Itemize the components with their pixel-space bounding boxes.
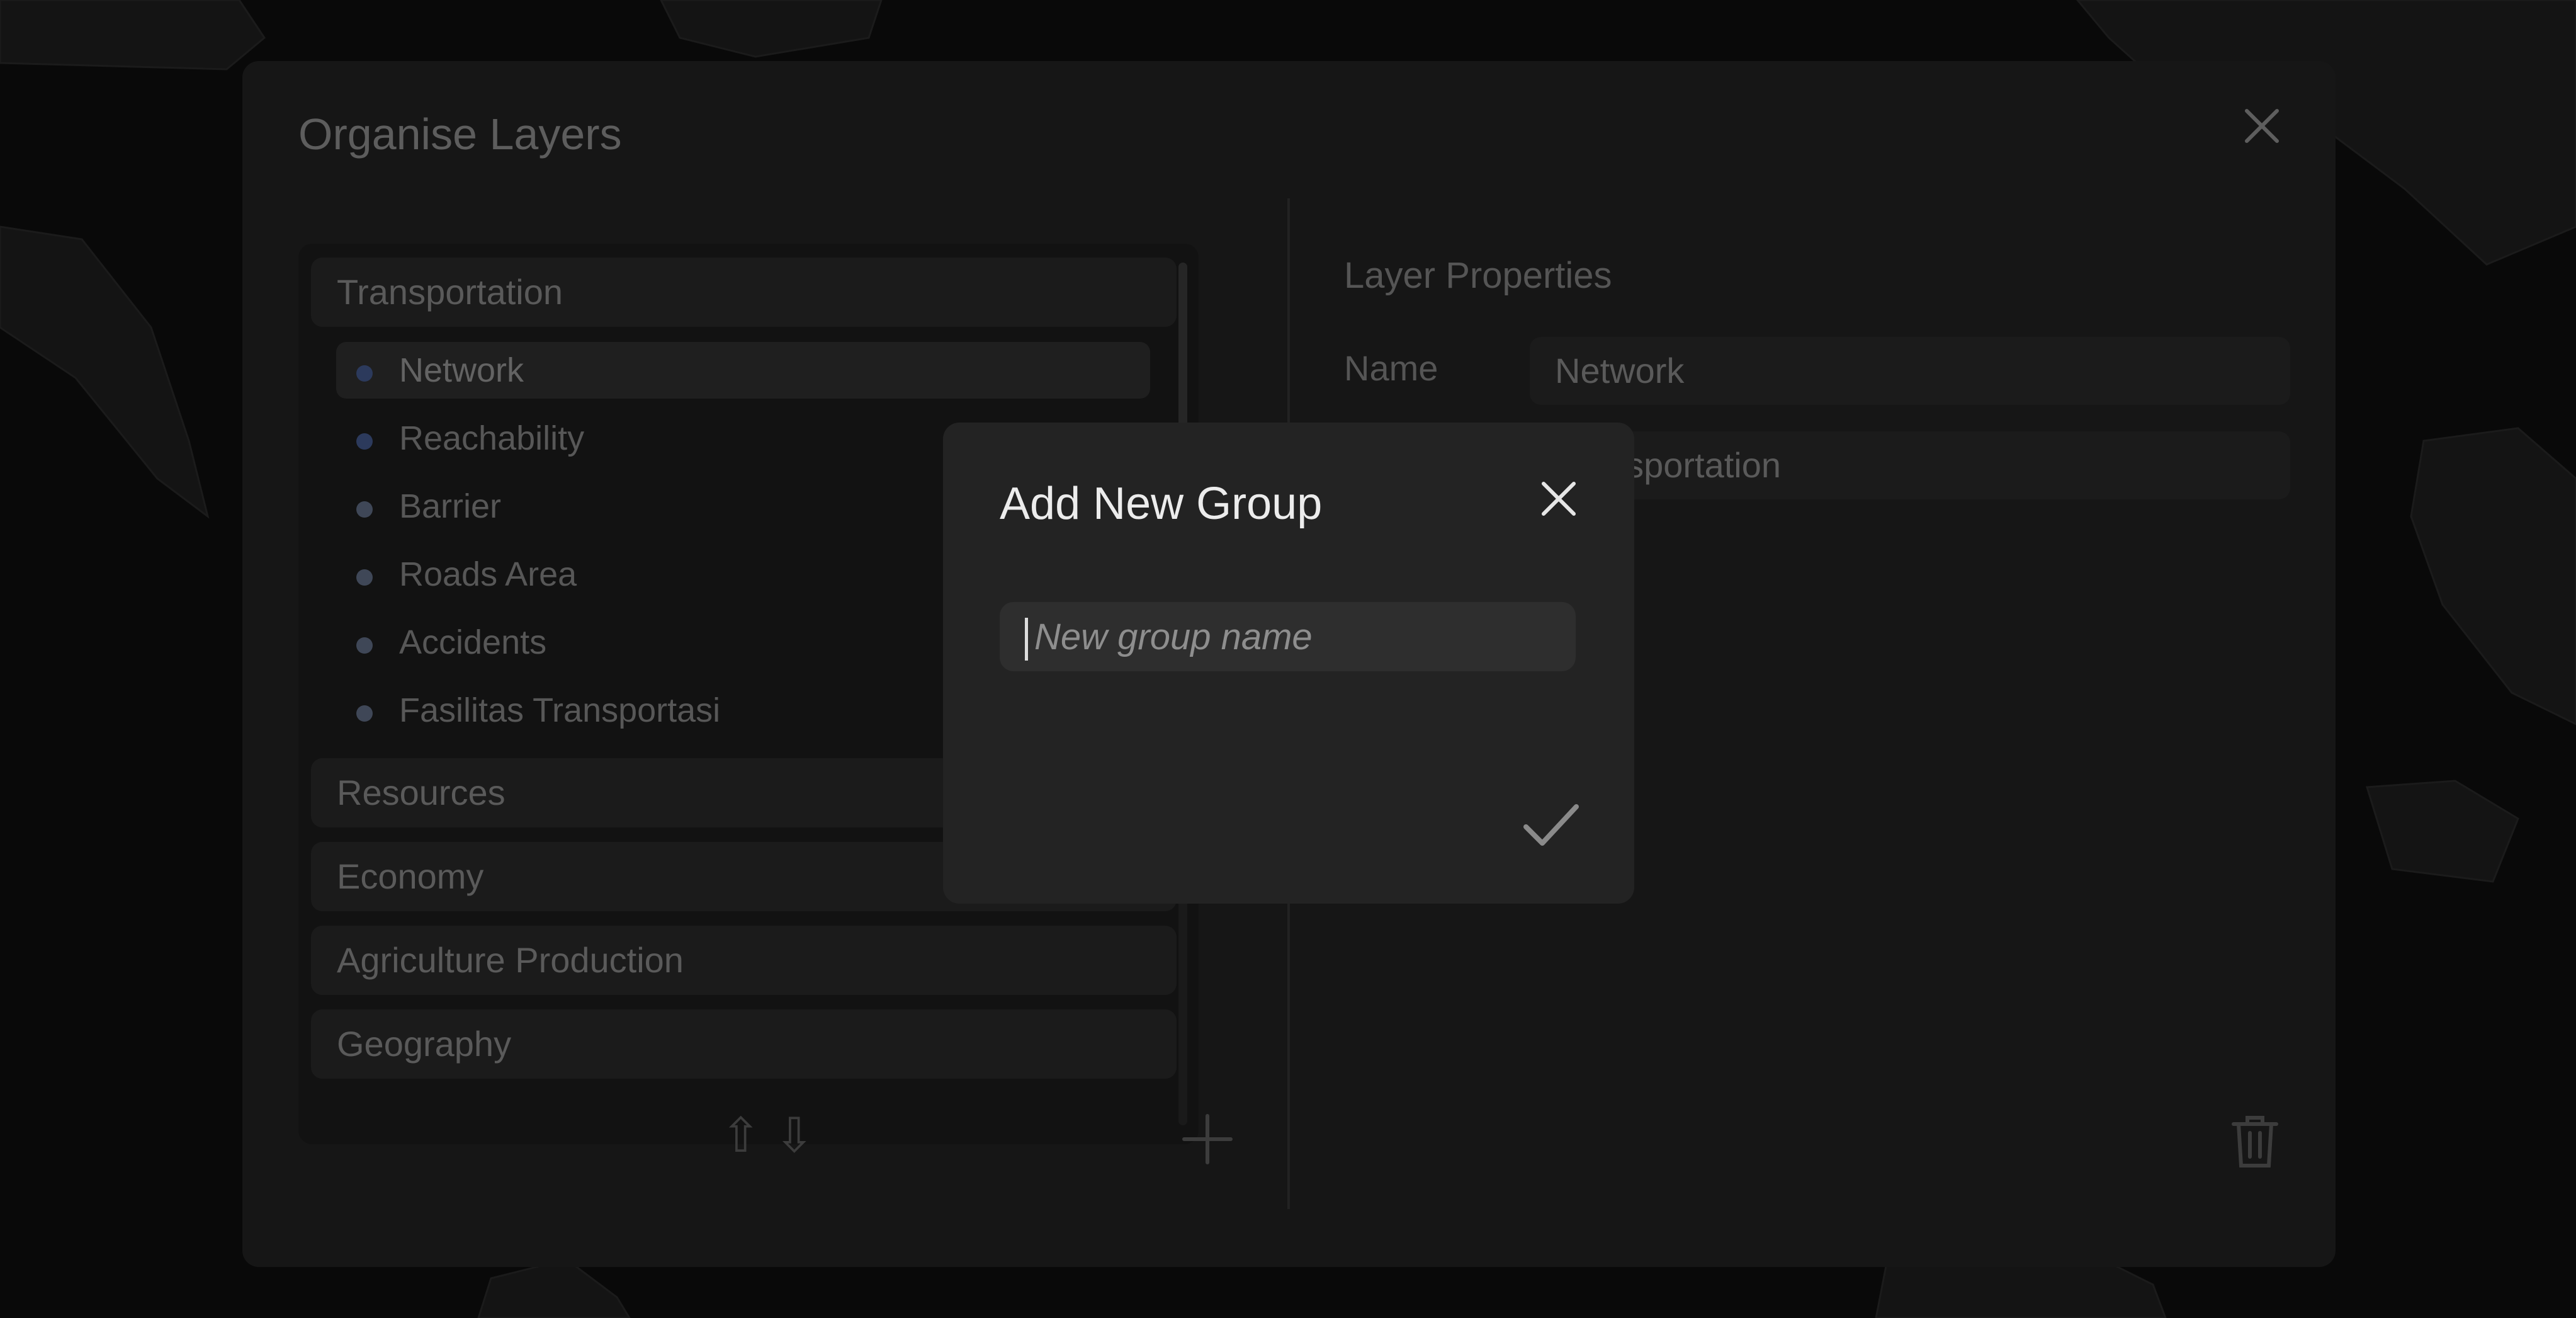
layer-name-field[interactable]: Network: [1530, 337, 2290, 405]
group-header-transportation[interactable]: Transportation: [311, 258, 1177, 327]
layer-properties-title: Layer Properties: [1344, 255, 1612, 296]
move-up-arrow-icon[interactable]: ⇧: [721, 1111, 761, 1159]
layer-status-dot: [356, 705, 373, 722]
group-label: Resources: [337, 773, 506, 812]
text-caret: [1025, 618, 1028, 661]
layer-label: Barrier: [399, 487, 502, 525]
group-header-agriculture-production[interactable]: Agriculture Production: [311, 926, 1177, 995]
layer-status-dot: [356, 433, 373, 450]
layer-label: Fasilitas Transportasi: [399, 691, 721, 729]
group-label: Geography: [337, 1024, 512, 1064]
layer-status-dot: [356, 569, 373, 586]
close-icon[interactable]: [1538, 478, 1579, 520]
layer-status-dot: [356, 365, 373, 382]
plus-icon[interactable]: [1182, 1114, 1233, 1164]
layer-status-dot: [356, 501, 373, 518]
layer-item-network[interactable]: Network: [336, 342, 1150, 399]
name-label: Name: [1344, 348, 1438, 388]
layer-label: Roads Area: [399, 555, 577, 593]
group-name-input[interactable]: [1000, 602, 1576, 671]
trash-icon[interactable]: [2230, 1113, 2280, 1169]
layer-label: Reachability: [399, 419, 585, 457]
layer-label: Network: [399, 351, 524, 389]
group-label: Economy: [337, 856, 484, 896]
checkmark-icon[interactable]: [1521, 800, 1581, 851]
layer-group-select[interactable]: Transportation: [1530, 431, 2290, 499]
modal-title: Add New Group: [1000, 479, 1323, 529]
close-icon[interactable]: [2241, 105, 2283, 147]
layer-label: Accidents: [399, 623, 547, 661]
layer-status-dot: [356, 637, 373, 654]
add-new-group-modal: Add New Group: [943, 423, 1634, 904]
move-down-arrow-icon[interactable]: ⇩: [774, 1111, 815, 1159]
group-header-geography[interactable]: Geography: [311, 1009, 1177, 1079]
group-label: Agriculture Production: [337, 940, 684, 980]
dialog-title: Organise Layers: [298, 110, 622, 159]
group-label: Transportation: [337, 272, 563, 312]
